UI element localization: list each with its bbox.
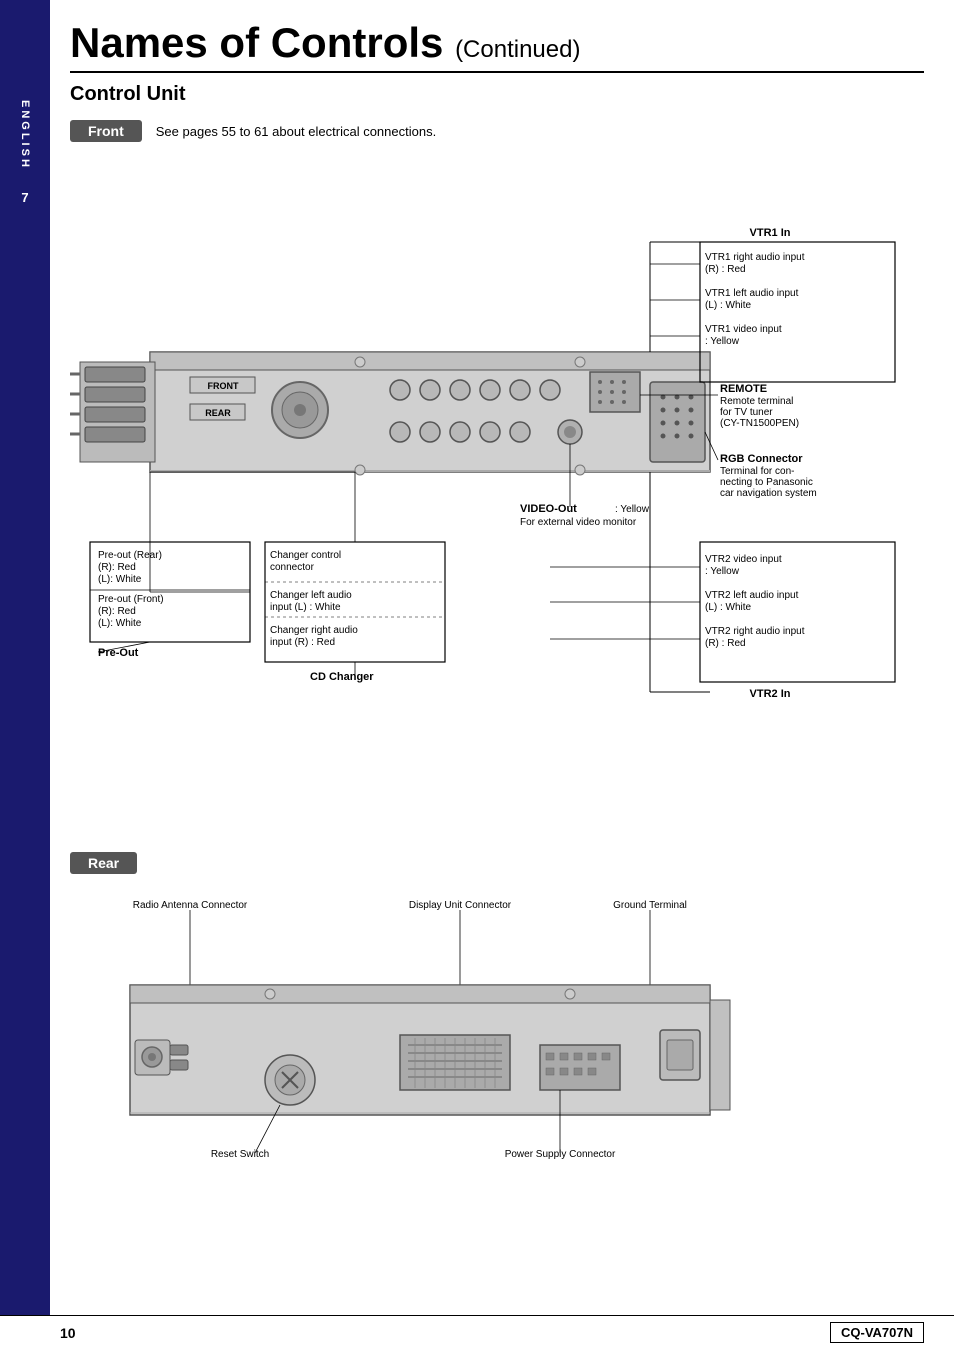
svg-text:: Yellow: : Yellow (705, 336, 740, 347)
front-diagram: FRONT REAR (70, 152, 924, 832)
svg-text:Changer control: Changer control (270, 550, 341, 561)
svg-text:input (R) : Red: input (R) : Red (270, 637, 335, 648)
sidebar-number: 7 (21, 190, 28, 205)
sidebar: ENGLISH 7 (0, 0, 50, 1349)
svg-text:VTR2 video input: VTR2 video input (705, 554, 782, 565)
svg-text:for TV tuner: for TV tuner (720, 407, 773, 418)
svg-text:Terminal for con-: Terminal for con- (720, 466, 794, 477)
rear-diagram: Radio Antenna Connector Display Unit Con… (70, 890, 924, 1210)
svg-text:VTR2 In: VTR2 In (750, 688, 791, 700)
svg-text:VIDEO-Out: VIDEO-Out (520, 503, 577, 515)
model-number: CQ-VA707N (830, 1322, 924, 1343)
rear-badge: Rear (70, 852, 137, 874)
svg-text:input (L) : White: input (L) : White (270, 602, 341, 613)
svg-text:Pre-out (Front): Pre-out (Front) (98, 594, 164, 605)
svg-text:connector: connector (270, 562, 315, 573)
section-heading: Control Unit (70, 83, 924, 106)
svg-text:(R) : Red: (R) : Red (705, 638, 746, 649)
rear-badge-row: Rear (70, 852, 924, 874)
sidebar-english: ENGLISH (19, 100, 31, 170)
svg-text:Radio Antenna Connector: Radio Antenna Connector (133, 900, 248, 911)
svg-text:(L) : White: (L) : White (705, 300, 752, 311)
front-diagram-svg: FRONT REAR (70, 152, 940, 822)
svg-text:Pre-Out: Pre-Out (98, 647, 139, 659)
svg-text:FRONT: FRONT (208, 381, 239, 391)
front-description: See pages 55 to 61 about electrical conn… (156, 124, 436, 139)
front-badge-row: Front See pages 55 to 61 about electrica… (70, 120, 924, 142)
svg-text:(L) : White: (L) : White (705, 602, 752, 613)
page-container: ENGLISH 7 Names of Controls (Continued) … (0, 0, 954, 1349)
svg-text:Reset Switch: Reset Switch (211, 1149, 269, 1160)
front-badge: Front (70, 120, 142, 142)
title-divider (70, 71, 924, 73)
rear-section: Rear Radio Antenna Connector Display Uni… (70, 852, 924, 1210)
page-number: 10 (60, 1325, 76, 1341)
rear-diagram-svg: Radio Antenna Connector Display Unit Con… (70, 890, 940, 1200)
svg-text:Ground Terminal: Ground Terminal (613, 900, 687, 911)
svg-text:Display Unit Connector: Display Unit Connector (409, 900, 512, 911)
svg-text:necting to Panasonic: necting to Panasonic (720, 477, 813, 488)
svg-text:Changer right audio: Changer right audio (270, 625, 358, 636)
title-continued: (Continued) (455, 36, 580, 63)
svg-text:Changer left audio: Changer left audio (270, 590, 352, 601)
svg-text:(CY-TN1500PEN): (CY-TN1500PEN) (720, 418, 799, 429)
page-title: Names of Controls (Continued) (70, 20, 924, 66)
svg-text:VTR1 video input: VTR1 video input (705, 324, 782, 335)
svg-text:VTR2 right audio input: VTR2 right audio input (705, 626, 805, 637)
svg-text:VTR1 left audio input: VTR1 left audio input (705, 288, 799, 299)
bottom-bar: 10 CQ-VA707N (0, 1315, 954, 1349)
svg-text:(R) : Red: (R) : Red (705, 264, 746, 275)
svg-text:REMOTE: REMOTE (720, 383, 767, 395)
title-text: Names of Controls (70, 19, 443, 66)
svg-text:VTR2 left audio input: VTR2 left audio input (705, 590, 799, 601)
svg-text:car navigation system: car navigation system (720, 488, 817, 499)
svg-text:RGB Connector: RGB Connector (720, 453, 803, 465)
svg-text:For external video monitor: For external video monitor (520, 517, 637, 528)
svg-text:(L): White: (L): White (98, 618, 142, 629)
svg-text:Remote terminal: Remote terminal (720, 396, 793, 407)
svg-text:(R): Red: (R): Red (98, 562, 136, 573)
svg-text:Pre-out (Rear): Pre-out (Rear) (98, 550, 162, 561)
svg-text:(L): White: (L): White (98, 574, 142, 585)
svg-text:CD Changer: CD Changer (310, 671, 374, 683)
svg-text:(R): Red: (R): Red (98, 606, 136, 617)
svg-text:VTR1 right audio input: VTR1 right audio input (705, 252, 805, 263)
svg-text:: Yellow: : Yellow (705, 566, 740, 577)
svg-text:: Yellow: : Yellow (615, 504, 650, 515)
svg-text:VTR1 In: VTR1 In (750, 227, 791, 239)
svg-text:REAR: REAR (205, 408, 231, 418)
